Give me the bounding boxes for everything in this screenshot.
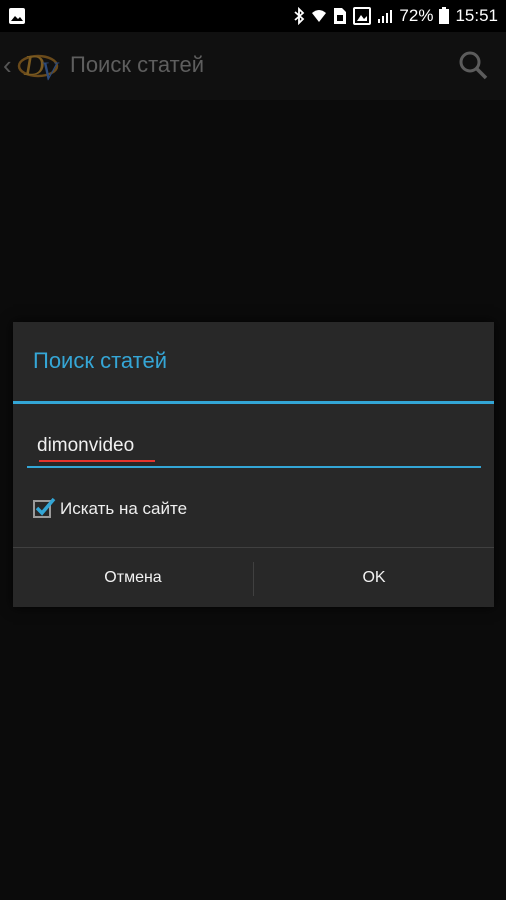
search-on-site-row[interactable]: Искать на сайте	[33, 496, 187, 522]
screen: 72% 15:51 ‹ D V Поиск статей Поиск стате…	[0, 0, 506, 900]
cancel-button[interactable]: Отмена	[13, 548, 253, 607]
clock: 15:51	[455, 6, 498, 25]
spellcheck-underline	[39, 460, 155, 462]
search-dialog: Поиск статей Искать на сайте Отмена OK	[13, 322, 494, 607]
dialog-title-divider	[13, 401, 494, 404]
wifi-icon	[311, 8, 327, 24]
action-bar: ‹ D V Поиск статей	[0, 32, 506, 100]
sim-icon	[333, 7, 347, 25]
dialog-title: Поиск статей	[33, 348, 168, 373]
back-chevron-icon[interactable]: ‹	[3, 52, 12, 78]
bluetooth-icon	[293, 7, 305, 25]
search-input[interactable]	[37, 430, 467, 462]
battery-icon	[439, 7, 450, 25]
status-icons: 72% 15:51	[293, 0, 498, 32]
ok-button[interactable]: OK	[254, 548, 494, 607]
image-icon	[353, 7, 372, 25]
gallery-notification-icon	[8, 7, 26, 30]
action-bar-title: Поиск статей	[70, 52, 205, 77]
svg-text:V: V	[41, 57, 60, 86]
status-bar: 72% 15:51	[0, 0, 506, 32]
signal-icon	[377, 8, 393, 24]
search-icon[interactable]	[458, 50, 488, 85]
search-on-site-label: Искать на сайте	[60, 499, 188, 518]
battery-percent: 72%	[399, 6, 434, 25]
app-logo-icon[interactable]: D V	[14, 46, 68, 91]
search-on-site-checkbox[interactable]	[33, 497, 56, 518]
search-input-field	[27, 430, 481, 468]
